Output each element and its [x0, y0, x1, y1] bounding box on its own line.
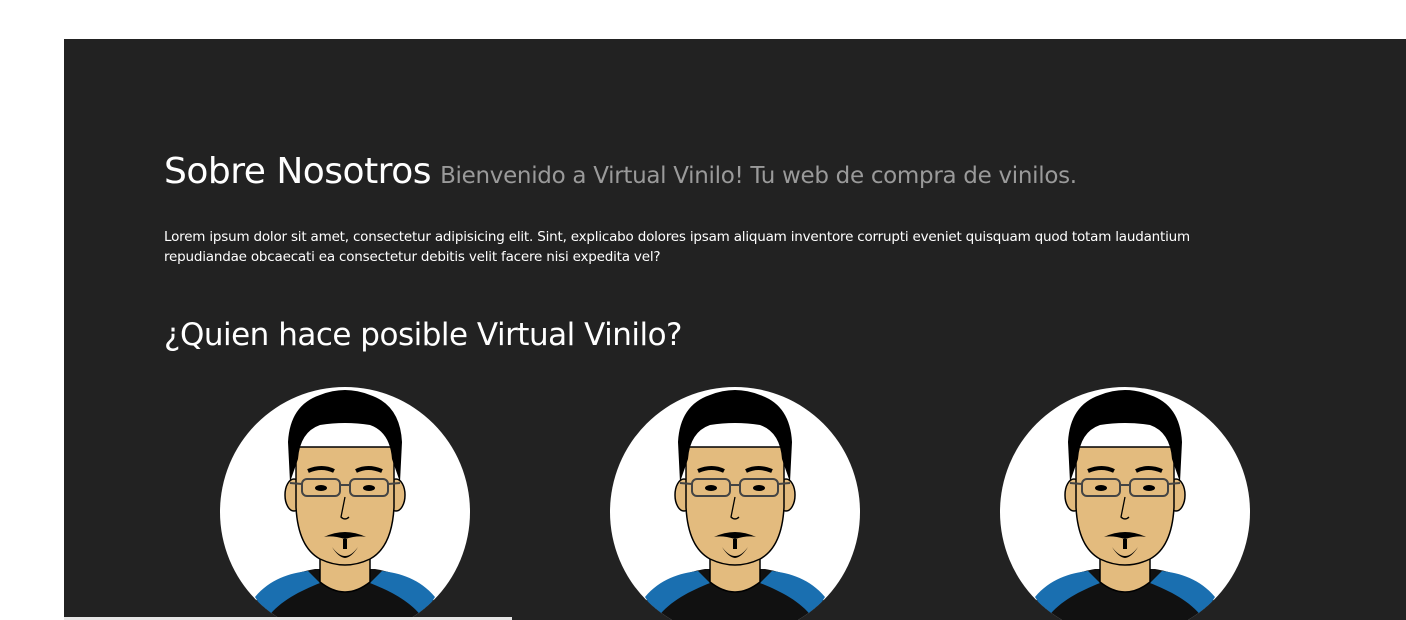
team-member-avatar-2 — [610, 387, 860, 620]
page-subtitle: Bienvenido a Virtual Vinilo! Tu web de c… — [440, 163, 1077, 189]
page-title: Sobre Nosotros — [164, 151, 431, 192]
about-paragraph: Lorem ipsum dolor sit amet, consectetur … — [164, 229, 1190, 265]
about-heading: Sobre Nosotros Bienvenido a Virtual Vini… — [164, 151, 1077, 192]
team-heading: ¿Quien hace posible Virtual Vinilo? — [164, 317, 683, 353]
person-avatar-icon — [245, 390, 445, 620]
team-member-avatar-1 — [220, 387, 470, 620]
person-avatar-icon — [635, 390, 835, 620]
person-avatar-icon — [1025, 390, 1225, 620]
team-member-avatar-3 — [1000, 387, 1250, 620]
about-section: Sobre Nosotros Bienvenido a Virtual Vini… — [64, 39, 1406, 620]
